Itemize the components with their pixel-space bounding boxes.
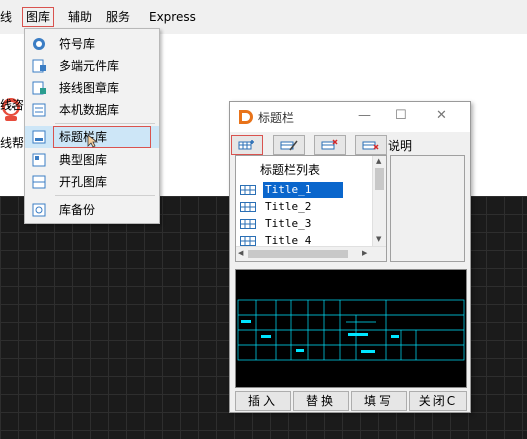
list-item[interactable]: Title_1 (240, 182, 372, 198)
scroll-up-icon[interactable]: ▲ (376, 157, 381, 165)
dialog-title: 标题栏 (258, 111, 295, 125)
consult-label[interactable]: 线咨 (0, 96, 24, 113)
typical-drawing-icon (32, 153, 46, 167)
list-item[interactable]: Title_3 (240, 216, 372, 232)
remove-table-icon (362, 141, 379, 150)
scroll-thumb[interactable] (375, 168, 384, 190)
replace-button[interactable]: 替换 (293, 391, 349, 411)
multi-terminal-icon (32, 59, 46, 73)
add-title-button[interactable] (231, 135, 263, 155)
local-database-icon (32, 103, 46, 117)
delete-table-icon (321, 139, 338, 150)
add-table-icon (238, 140, 254, 150)
menu-item-multi-terminal[interactable]: 多端元件库 (25, 55, 159, 77)
table-icon (240, 202, 256, 212)
symbol-library-icon (33, 38, 45, 50)
menu-item-typical-drawing[interactable]: 典型图库 (25, 149, 159, 171)
list-vertical-scrollbar[interactable]: ▲ ▼ (372, 156, 386, 246)
menu-library[interactable]: 图库 (22, 7, 55, 27)
scroll-left-icon[interactable]: ◀ (238, 249, 243, 257)
title-block-icon (32, 130, 46, 144)
menu-separator (55, 123, 155, 124)
list-item[interactable]: Title_2 (240, 199, 372, 215)
preview-drawing (237, 299, 465, 361)
fill-button[interactable]: 填写 (351, 391, 407, 411)
description-panel (390, 155, 465, 262)
backup-icon (32, 203, 46, 217)
title-block-preview (235, 269, 467, 388)
menu-item-symbol-library[interactable]: 符号库 (25, 33, 159, 55)
title-block-dialog: 标题栏 — ☐ ✕ 说明 标题栏列表 Title_1 Title_2 Title… (229, 101, 471, 413)
edit-title-button[interactable] (273, 135, 305, 155)
delete-title-button[interactable] (314, 135, 346, 155)
insert-button[interactable]: 插入 (235, 391, 291, 411)
table-icon (240, 185, 256, 195)
table-icon (240, 219, 256, 229)
menu-separator (55, 195, 155, 196)
remove-title-button[interactable] (355, 135, 387, 155)
list-header: 标题栏列表 (260, 163, 321, 177)
menu-item-cutout[interactable]: 开孔图库 (25, 171, 159, 193)
menu-wiring[interactable]: 线 (0, 8, 12, 26)
edit-table-icon (280, 140, 298, 151)
menu-item-wiring-stamp[interactable]: 接线图章库 (25, 77, 159, 99)
menu-assist[interactable]: 辅助 (68, 8, 92, 26)
wiring-stamp-icon (32, 81, 46, 95)
help-label[interactable]: 线帮 (0, 134, 24, 151)
menu-item-local-database[interactable]: 本机数据库 (25, 99, 159, 121)
minimize-icon[interactable]: — (358, 108, 371, 123)
menu-service[interactable]: 服务 (106, 8, 130, 26)
hscroll-thumb[interactable] (248, 250, 348, 258)
dialog-titlebar[interactable]: 标题栏 — ☐ ✕ (230, 102, 470, 132)
description-label: 说明 (388, 139, 413, 153)
title-list: 标题栏列表 Title_1 Title_2 Title_3 Title 4 ▲ … (235, 155, 387, 262)
mouse-cursor-icon (87, 134, 99, 148)
cutout-icon (32, 175, 46, 189)
scroll-down-icon[interactable]: ▼ (376, 235, 381, 243)
menu-express[interactable]: Express (149, 8, 196, 26)
app-logo-icon (239, 110, 253, 124)
table-icon (240, 236, 256, 246)
list-horizontal-scrollbar[interactable]: ◀ ▶ (236, 246, 386, 261)
library-dropdown: 符号库 多端元件库 接线图章库 本机数据库 标题栏库 典型图库 开孔图库 库备份 (24, 28, 160, 224)
menu-item-backup[interactable]: 库备份 (25, 199, 159, 221)
menu-item-title-block-library[interactable]: 标题栏库 (25, 126, 159, 148)
maximize-icon[interactable]: ☐ (395, 108, 407, 123)
close-icon[interactable]: ✕ (436, 108, 447, 123)
scroll-right-icon[interactable]: ▶ (362, 249, 367, 257)
close-button[interactable]: 关闭C (409, 391, 467, 411)
